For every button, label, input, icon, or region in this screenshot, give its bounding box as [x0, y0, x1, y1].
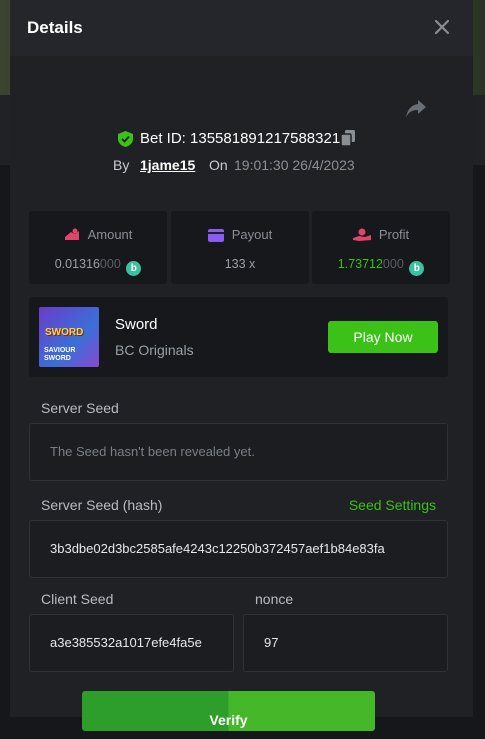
- amount-card: Amount 0.01316000 b: [29, 211, 167, 284]
- profit-label: Profit: [312, 227, 450, 242]
- play-now-button[interactable]: Play Now: [328, 321, 438, 353]
- bet-id: Bet ID: 135581891217588321: [140, 130, 341, 147]
- coin-icon: b: [126, 261, 142, 276]
- wallet-icon: [207, 229, 224, 242]
- on-label: On: [209, 157, 228, 173]
- client-seed-value: a3e385532a1017efe4fa5e: [50, 635, 202, 650]
- nonce-label: nonce: [255, 591, 294, 607]
- amount-icon: [64, 228, 79, 240]
- payout-label: Payout: [171, 227, 309, 242]
- by-label: By: [113, 157, 130, 173]
- nonce-value: 97: [264, 635, 279, 650]
- bet-timestamp: 19:01:30 26/4/2023: [234, 157, 355, 173]
- server-seed-hash-value: 3b3dbe02d3bc2585afe4243c12250b372457aef1…: [50, 541, 385, 556]
- bet-id-row: Bet ID: 135581891217588321: [10, 129, 473, 149]
- amount-value: 0.01316000 b: [29, 257, 167, 276]
- game-thumbnail[interactable]: SWORD SAVIOUR SWORD: [39, 307, 99, 367]
- server-seed-hash-field[interactable]: 3b3dbe02d3bc2585afe4243c12250b372457aef1…: [29, 520, 448, 578]
- nonce-field[interactable]: 97: [243, 614, 448, 672]
- client-seed-field[interactable]: a3e385532a1017efe4fa5e: [29, 614, 234, 672]
- shield-check-icon: [118, 131, 133, 147]
- close-icon[interactable]: [431, 16, 453, 38]
- server-seed-hash-label: Server Seed (hash): [41, 497, 163, 513]
- coin-icon: b: [409, 261, 425, 276]
- payout-card: Payout 133 x: [171, 211, 309, 284]
- verify-button[interactable]: Verify: [82, 691, 375, 731]
- modal-header: Details: [10, 0, 473, 56]
- profit-card: Profit 1.73712000 b: [312, 211, 450, 284]
- username-link[interactable]: 1jame15: [140, 157, 195, 173]
- profit-icon: [352, 228, 371, 241]
- profit-value: 1.73712000 b: [312, 257, 450, 276]
- client-seed-label: Client Seed: [41, 591, 114, 607]
- server-seed-label: Server Seed: [41, 400, 119, 416]
- game-name: Sword: [115, 316, 158, 333]
- game-provider: BC Originals: [115, 342, 194, 358]
- modal-title: Details: [27, 18, 83, 37]
- share-icon[interactable]: [404, 98, 428, 120]
- copy-icon[interactable]: [341, 130, 355, 146]
- verify-label: Verify: [209, 712, 248, 728]
- bet-meta-row: By 1jame15 On 19:01:30 26/4/2023: [10, 156, 473, 176]
- server-seed-value: The Seed hasn't been revealed yet.: [50, 444, 255, 459]
- seed-settings-link[interactable]: Seed Settings: [349, 497, 436, 513]
- payout-value: 133 x: [224, 257, 256, 271]
- game-card: SWORD SAVIOUR SWORD Sword BC Originals P…: [29, 297, 448, 377]
- amount-label: Amount: [29, 227, 167, 242]
- server-seed-field[interactable]: The Seed hasn't been revealed yet.: [29, 423, 448, 481]
- details-modal: Details Bet ID: 135581891217588321 By 1j…: [10, 0, 473, 717]
